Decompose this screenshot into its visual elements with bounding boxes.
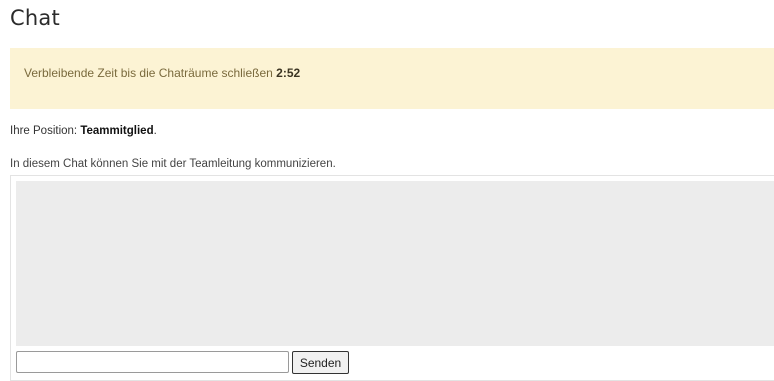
timer-text: Verbleibende Zeit bis die Chaträume schl… bbox=[24, 66, 273, 80]
chat-log[interactable] bbox=[16, 181, 774, 346]
page-title: Chat bbox=[10, 6, 60, 30]
chat-message-input[interactable] bbox=[16, 351, 289, 373]
position-suffix: . bbox=[153, 125, 157, 137]
position-line: Ihre Position: Teammitglied. bbox=[10, 125, 157, 137]
position-role: Teammitglied bbox=[80, 125, 154, 137]
send-button[interactable]: Senden bbox=[292, 351, 349, 374]
timer-message: Verbleibende Zeit bis die Chaträume schl… bbox=[24, 67, 300, 79]
timer-value: 2:52 bbox=[276, 66, 301, 80]
position-label: Ihre Position: bbox=[10, 125, 78, 137]
chat-intro: In diesem Chat können Sie mit der Teamle… bbox=[10, 158, 336, 170]
chat-container: Senden bbox=[10, 175, 774, 381]
timer-alert: Verbleibende Zeit bis die Chaträume schl… bbox=[10, 48, 774, 109]
